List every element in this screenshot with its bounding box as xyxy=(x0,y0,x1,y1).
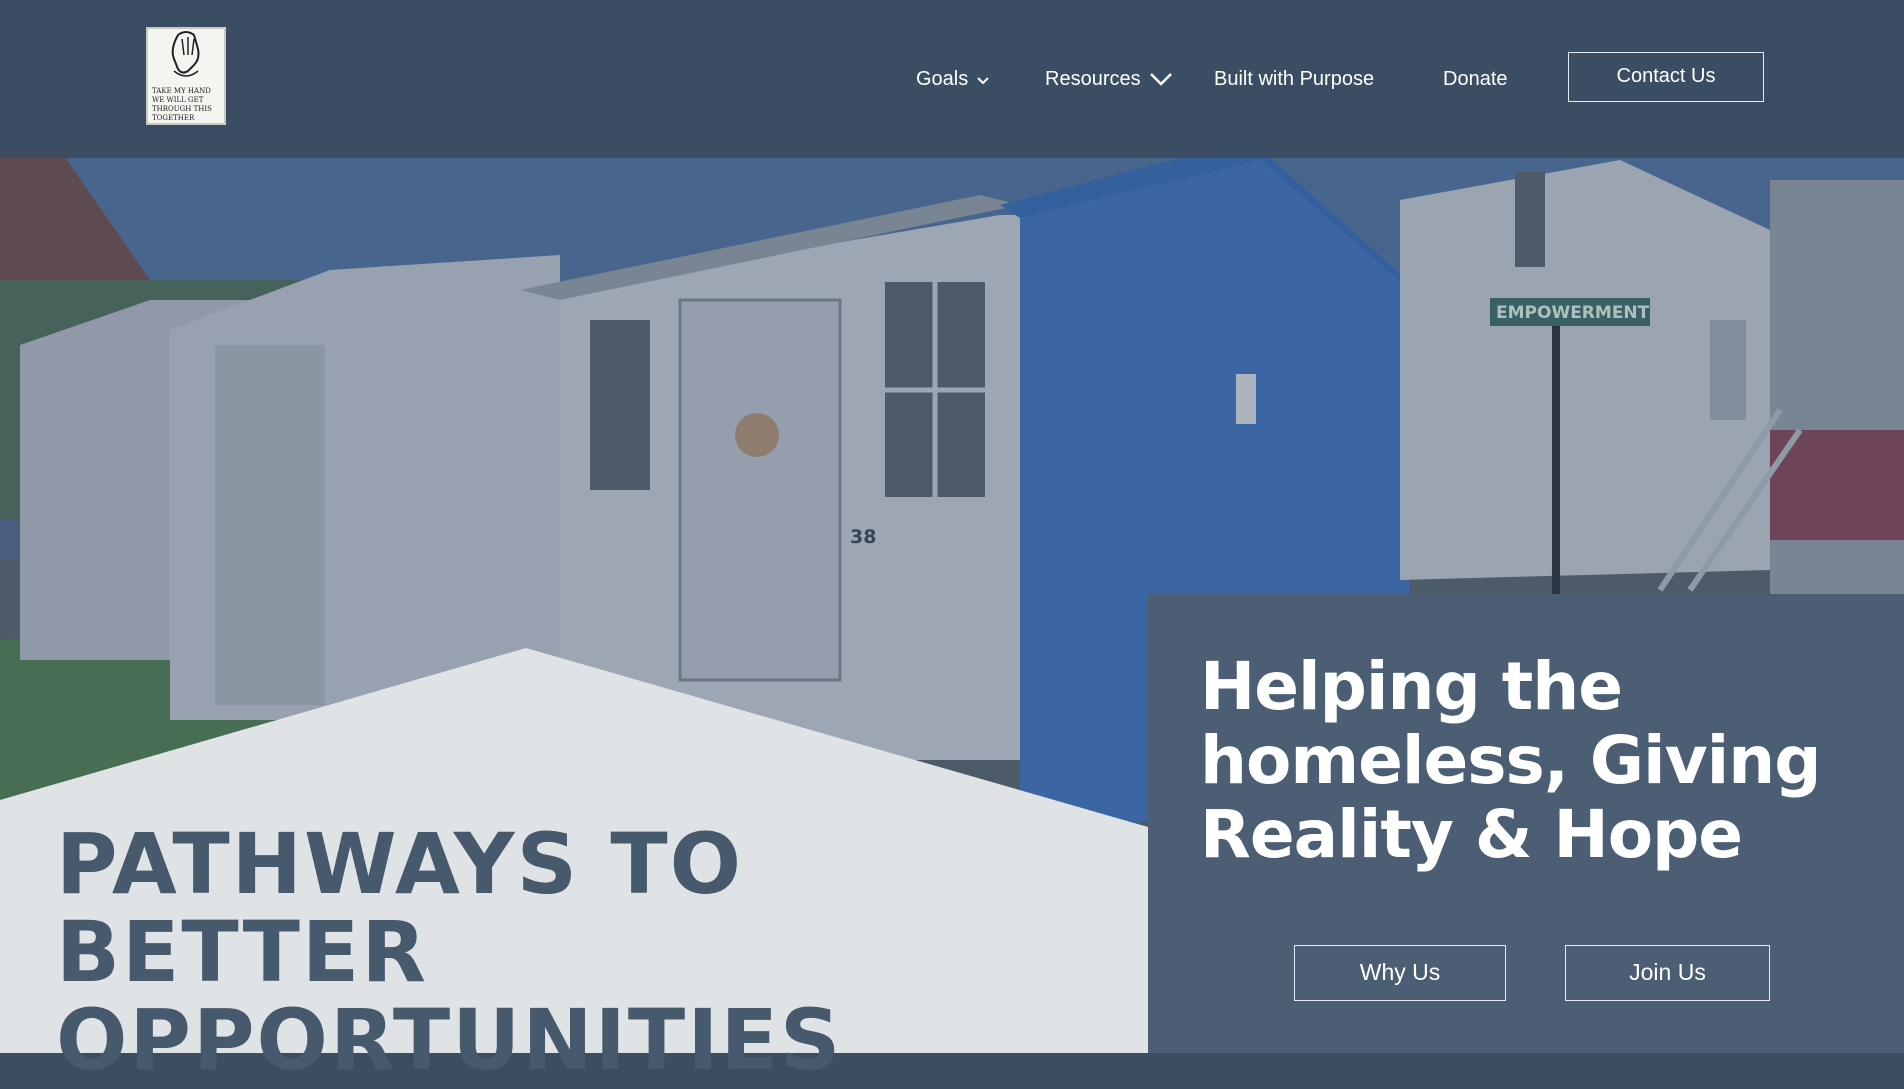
info-heading: Helping the homeless, Giving Reality & H… xyxy=(1200,648,1822,873)
why-us-button[interactable]: Why Us xyxy=(1294,945,1506,1001)
hand-sketch-icon xyxy=(171,31,200,77)
nav-donate[interactable]: Donate xyxy=(1443,62,1508,96)
logo-lettering: TAKE MY HAND WE WILL GET THROUGH THIS TO… xyxy=(152,87,212,122)
nav-goals-label: Goals xyxy=(916,68,969,90)
nav-goals[interactable]: Goals xyxy=(916,62,990,97)
chevron-down-icon xyxy=(1149,63,1173,97)
site-header: TAKE MY HAND WE WILL GET THROUGH THIS TO… xyxy=(0,0,1904,158)
nav-resources-label: Resources xyxy=(1045,68,1141,90)
pathways-title: PATHWAYS TO BETTER OPPORTUNITIES xyxy=(56,815,843,1089)
nav-built-with-purpose[interactable]: Built with Purpose xyxy=(1214,62,1374,96)
join-us-button[interactable]: Join Us xyxy=(1565,945,1770,1001)
logo[interactable]: TAKE MY HAND WE WILL GET THROUGH THIS TO… xyxy=(146,27,226,125)
contact-us-button[interactable]: Contact Us xyxy=(1568,52,1764,102)
nav-resources[interactable]: Resources xyxy=(1045,62,1173,97)
chevron-down-icon xyxy=(976,63,990,97)
